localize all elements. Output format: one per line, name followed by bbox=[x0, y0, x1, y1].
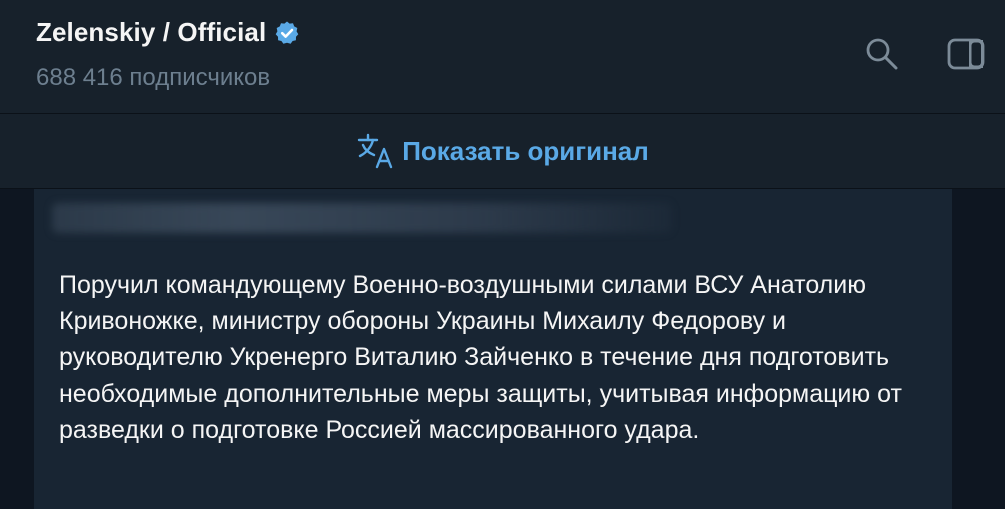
blurred-content bbox=[52, 203, 672, 233]
channel-header[interactable]: Zelenskiy / Official 688 416 подписчиков bbox=[0, 0, 1005, 114]
show-original-bar[interactable]: Показать оригинал bbox=[0, 114, 1005, 189]
verified-badge-icon bbox=[274, 20, 300, 46]
message-text: Поручил командующему Военно-воздушными с… bbox=[59, 271, 902, 444]
show-original-label[interactable]: Показать оригинал bbox=[402, 136, 649, 167]
side-panel-icon bbox=[947, 37, 985, 76]
message-bubble: Поручил командующему Военно-воздушными с… bbox=[34, 189, 952, 509]
telegram-channel-view: Zelenskiy / Official 688 416 подписчиков bbox=[0, 0, 1005, 509]
search-button[interactable] bbox=[862, 36, 902, 76]
translate-icon bbox=[356, 131, 396, 171]
subscriber-count: 688 416 подписчиков bbox=[36, 64, 271, 91]
channel-title-row[interactable]: Zelenskiy / Official bbox=[36, 17, 300, 48]
side-panel-button[interactable] bbox=[946, 36, 986, 76]
channel-name[interactable]: Zelenskiy / Official bbox=[36, 17, 266, 48]
show-original-button[interactable]: Показать оригинал bbox=[356, 131, 649, 171]
search-icon bbox=[863, 35, 901, 78]
